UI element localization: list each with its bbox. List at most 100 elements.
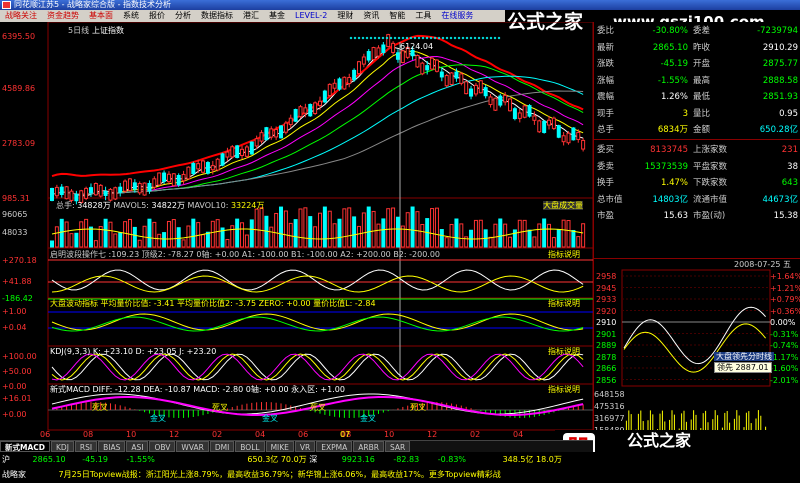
mini-pct-label: -1.17% [770,352,799,362]
volume-bar [50,240,54,248]
volume-tag[interactable]: 大盘成交量 [543,201,583,210]
menu-item[interactable]: 分析 [170,10,196,22]
tab-indicator[interactable]: MIKE [265,441,294,452]
status-price: 2865.10 [32,455,66,464]
volume-header: 总手: 34828万 MAVOL5: 34822万 MAVOL10: 33224… [56,201,265,210]
signal-marker [349,36,353,40]
signal-marker [377,36,381,40]
tab-indicator[interactable]: EXPMA [316,441,353,452]
candle-body [542,120,547,133]
volume-bar [137,239,142,248]
quote-value: 650.28亿 [759,125,798,135]
status-price2: 9923.16 [341,455,375,464]
volume-bar [395,216,400,248]
menu-item[interactable]: 在线服务 [436,10,478,22]
tooltip-value: 2887.01 [735,363,769,372]
tab-indicator[interactable]: ARBR [353,441,384,452]
tab-indicator[interactable]: OBV [149,441,176,452]
candle-body [50,187,54,201]
quote-row: 涨幅 -1.55% 最高 2888.58 [594,73,800,89]
menu-item[interactable]: 理财 [332,10,358,22]
menu-item[interactable]: 数据指标 [196,10,238,22]
volume-bar [473,219,478,248]
quote-panel: 委比 -30.80% 委差 -7239794 最新 2865.10 昨收 2910.29 涨跌 -… [593,22,800,440]
candle-body [449,72,454,86]
candle-body [464,81,469,95]
volume-bar [54,226,59,248]
kdj-tag[interactable]: 指标说明 [548,347,580,356]
volume-bar [93,240,98,248]
kline-chart-area[interactable]: 5日线 上证指数 6395.50 4589.86 2783.09 985.31 … [0,22,593,440]
volume-bar [84,218,89,248]
macd-tag[interactable]: 指标说明 [548,385,580,394]
price-axis-label: 985.31 [2,194,30,203]
tab-indicator[interactable]: SAR [384,441,411,452]
tab-indicator[interactable]: BIAS [98,441,126,452]
macd-signal-label: 金叉 [150,414,166,423]
menu-item[interactable]: 资讯 [358,10,384,22]
menu-item[interactable]: 基本面 [84,10,118,22]
status-ticker[interactable]: 7月25日Topview战报：浙江阳光上涨8.79%，最高收益36.79%；新华… [59,470,501,479]
signal-marker [449,36,453,40]
date-axis-label: 04 [255,430,266,439]
menu-item[interactable]: LEVEL-2 [290,10,332,22]
date-axis-label: 04 [513,430,524,439]
tab-indicator[interactable]: KDJ [51,441,74,452]
volume-bar [454,218,459,248]
signal-marker [445,36,449,40]
menu-item[interactable]: 战略关注 [0,10,42,22]
volume-bar [240,222,245,248]
menu-item[interactable]: 系统 [118,10,144,22]
candle-body [459,73,464,84]
quote-value: 643 [781,178,798,188]
candle-body [327,83,332,97]
tab-indicator[interactable]: BOLL [235,441,265,452]
tab-indicator[interactable]: RSI [74,441,98,452]
candle-body [483,87,488,97]
signal-marker [353,36,357,40]
ind2-tag[interactable]: 指标说明 [548,299,580,308]
candle-body [113,187,118,200]
menu-item[interactable]: 基金 [264,10,290,22]
quote-value: 1.47% [660,178,688,188]
menu-item[interactable]: 工具 [410,10,436,22]
quote-label: 市盈(动) [693,211,726,221]
quote-label: 流通市值 [693,194,728,205]
tab-indicator[interactable]: WVAR [176,441,209,452]
volume-bar [430,208,435,248]
tooltip-title: 大盘领先分时线 [714,352,774,361]
signal-marker [477,36,481,40]
quote-label: 委卖 [597,161,615,172]
window-title: 同花顺江苏5 - 战略家综合版 - 指数技术分析 [14,0,172,9]
moving-average-line [51,34,584,178]
candle-body [508,98,513,112]
tab-indicator[interactable]: DMI [209,441,235,452]
tab-indicator[interactable]: ASI [126,441,149,452]
candle-body [581,139,586,150]
volume-bar [152,221,157,248]
menu-item[interactable]: 资金趋势 [42,10,84,22]
signal-marker [381,36,385,40]
menu-item[interactable]: 港汇 [238,10,264,22]
quote-label: 平盘家数 [693,161,728,172]
status-amount: 650.3亿 [247,455,279,464]
volume-bar [508,236,513,248]
app-icon [2,1,11,9]
candle-body [220,153,225,166]
candle-body [313,102,318,114]
volume-bar [347,207,352,248]
candle-body [420,62,425,75]
volume-bar [522,219,527,248]
menu-item[interactable]: 智能 [384,10,410,22]
menu-item[interactable]: 报价 [144,10,170,22]
signal-marker [473,36,477,40]
tab-indicator[interactable]: VR [294,441,316,452]
candle-body [186,166,191,180]
candle-body [254,138,259,147]
tab-indicator[interactable]: 新式MACD [0,441,50,452]
quote-value: 2875.77 [762,59,798,69]
quote-label: 昨收 [693,42,711,53]
volume-bar [118,232,123,248]
volume-bar [132,226,137,248]
ind1-tag[interactable]: 指标说明 [548,250,580,259]
